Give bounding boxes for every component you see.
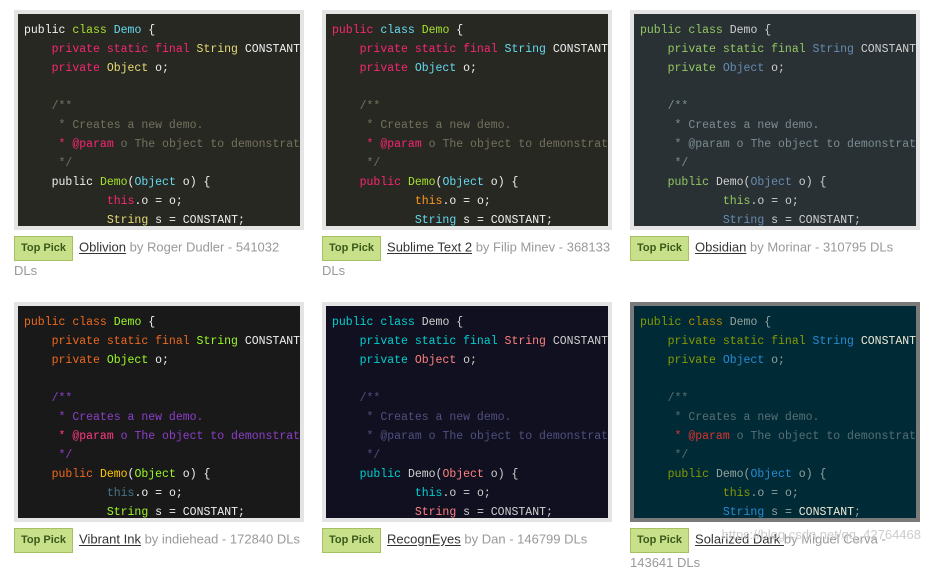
theme-card: public class Demo { private static final… [630,10,920,284]
theme-card: public class Demo { private static final… [630,302,920,576]
theme-author: by Morinar [750,240,811,255]
theme-preview[interactable]: public class Demo { private static final… [14,10,304,230]
theme-title-link[interactable]: Oblivion [79,240,126,255]
theme-title-link[interactable]: RecognEyes [387,532,461,547]
theme-meta: Top Pick Obsidian by Morinar - 310795 DLs [630,230,920,265]
theme-title-link[interactable]: Sublime Text 2 [387,240,472,255]
top-pick-badge: Top Pick [14,528,73,553]
top-pick-badge: Top Pick [630,528,689,553]
theme-meta: Top PickSolarized Dark by Miguel Cerva -… [630,522,920,576]
theme-author: by indiehead [145,532,219,547]
theme-title-link[interactable]: Solarized Dark [695,532,784,547]
theme-author: by Miguel Cerva [784,532,878,547]
theme-downloads: - 310795 DLs [811,240,893,255]
theme-meta: Top PickOblivion by Roger Dudler - 54103… [14,230,304,284]
top-pick-badge: Top Pick [322,528,381,553]
top-pick-badge: Top Pick [630,236,689,261]
theme-author: by Roger Dudler [130,240,225,255]
theme-meta: Top Pick RecognEyes by Dan - 146799 DLs [322,522,612,557]
theme-meta: Top Pick Vibrant Ink by indiehead - 17284… [14,522,304,557]
theme-meta: Top PickSublime Text 2 by Filip Minev - … [322,230,612,284]
theme-preview[interactable]: public class Demo { private static final… [630,10,920,230]
theme-preview[interactable]: public class Demo { private static final… [14,302,304,522]
theme-title-link[interactable]: Vibrant Ink [79,532,141,547]
theme-card: public class Demo { private static final… [14,10,304,284]
theme-card: public class Demo { private static final… [322,10,612,284]
theme-downloads: - 146799 DLs [506,532,588,547]
theme-author: by Dan [464,532,505,547]
theme-author: by Filip Minev [476,240,555,255]
theme-downloads: - 172840 DLs [218,532,300,547]
theme-preview[interactable]: public class Demo { private static final… [322,10,612,230]
theme-title-link[interactable]: Obsidian [695,240,746,255]
top-pick-badge: Top Pick [322,236,381,261]
theme-preview[interactable]: public class Demo { private static final… [322,302,612,522]
top-pick-badge: Top Pick [14,236,73,261]
theme-card: public class Demo { private static final… [322,302,612,576]
theme-card: public class Demo { private static final… [14,302,304,576]
theme-preview[interactable]: public class Demo { private static final… [630,302,920,522]
